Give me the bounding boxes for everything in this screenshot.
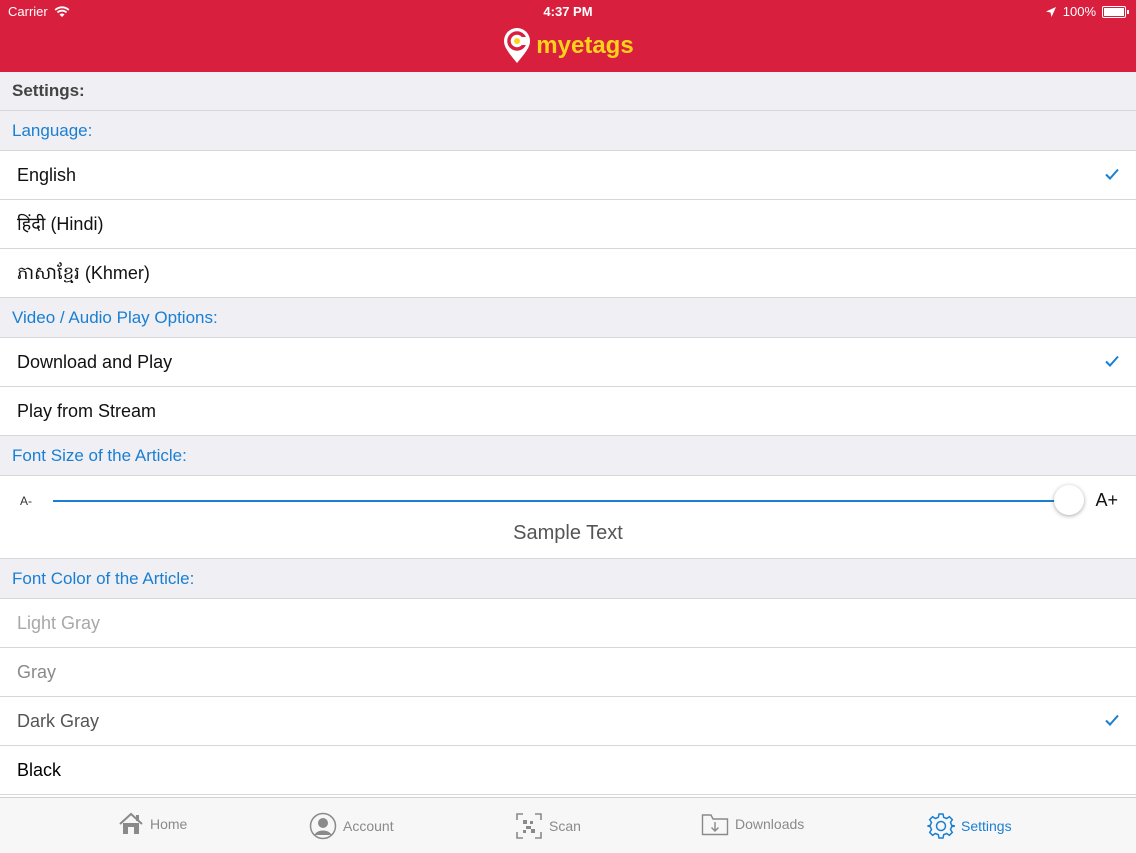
scan-icon <box>516 813 542 839</box>
font-size-max-label: A+ <box>1095 490 1118 510</box>
tab-label: Settings <box>961 818 1012 834</box>
checkmark-icon <box>1105 714 1119 726</box>
status-time: 4:37 PM <box>543 4 593 19</box>
tab-bar: Home Account Scan Downloads Settings <box>0 797 1136 853</box>
battery-icon <box>1102 5 1129 18</box>
font-size-slider-track[interactable] <box>53 500 1068 502</box>
checkmark-icon <box>1105 168 1119 180</box>
tab-home[interactable]: Home <box>118 812 187 836</box>
play-option-stream[interactable]: Play from Stream <box>0 386 1136 435</box>
brand-logo: myetags <box>0 26 1136 66</box>
battery-percent: 100% <box>1062 4 1096 19</box>
play-options-section-header: Video / Audio Play Options: <box>0 297 1136 337</box>
tab-downloads[interactable]: Downloads <box>701 812 804 836</box>
settings-content[interactable]: Settings: Language: English हिंदी (Hindi… <box>0 72 1136 797</box>
option-label: Download and Play <box>17 352 173 372</box>
downloads-icon <box>701 814 729 836</box>
font-color-option-dark-gray[interactable]: Dark Gray <box>0 696 1136 745</box>
option-label: ភាសាខ្មែរ (Khmer) <box>17 263 150 283</box>
font-color-option-light-gray[interactable]: Light Gray <box>0 598 1136 647</box>
font-size-control: A- A+ Sample Text <box>0 475 1136 558</box>
tab-settings[interactable]: Settings <box>927 812 1012 840</box>
language-option-english[interactable]: English <box>0 150 1136 199</box>
checkmark-icon <box>1105 355 1119 367</box>
tab-label: Scan <box>549 818 581 834</box>
location-arrow-icon <box>1045 6 1056 17</box>
font-size-section-header: Font Size of the Article: <box>0 435 1136 475</box>
tab-scan[interactable]: Scan <box>515 812 581 840</box>
brand-name: myetags <box>536 32 634 59</box>
font-size-slider-knob[interactable] <box>1054 485 1084 515</box>
tab-label: Account <box>343 818 394 834</box>
font-color-option-black[interactable]: Black <box>0 745 1136 794</box>
font-color-section-header: Font Color of the Article: <box>0 558 1136 598</box>
language-section-header: Language: <box>0 110 1136 150</box>
option-label: Dark Gray <box>17 711 100 731</box>
tab-account[interactable]: Account <box>309 812 394 840</box>
tab-label: Downloads <box>735 816 805 832</box>
home-icon <box>119 812 143 834</box>
app-header: Carrier 4:37 PM 100% myetags <box>0 0 1136 72</box>
language-option-hindi[interactable]: हिंदी (Hindi) <box>0 199 1136 248</box>
logo-pin-icon <box>504 28 531 63</box>
account-icon <box>309 812 337 840</box>
tab-label: Home <box>150 816 188 832</box>
font-color-option-gray[interactable]: Gray <box>0 647 1136 696</box>
font-size-min-label: A- <box>20 494 32 508</box>
status-bar: Carrier 4:37 PM 100% <box>0 0 1136 24</box>
sample-text: Sample Text <box>513 522 623 544</box>
language-option-khmer[interactable]: ភាសាខ្មែរ (Khmer) <box>0 248 1136 297</box>
play-option-download[interactable]: Download and Play <box>0 337 1136 386</box>
option-label: Gray <box>17 662 57 682</box>
option-label: Black <box>17 760 62 780</box>
option-label: हिंदी (Hindi) <box>17 214 104 234</box>
option-label: Play from Stream <box>17 401 157 421</box>
gear-icon <box>927 813 955 839</box>
option-label: English <box>17 165 77 185</box>
page-title: Settings: <box>12 81 85 100</box>
option-label: Light Gray <box>17 613 101 633</box>
